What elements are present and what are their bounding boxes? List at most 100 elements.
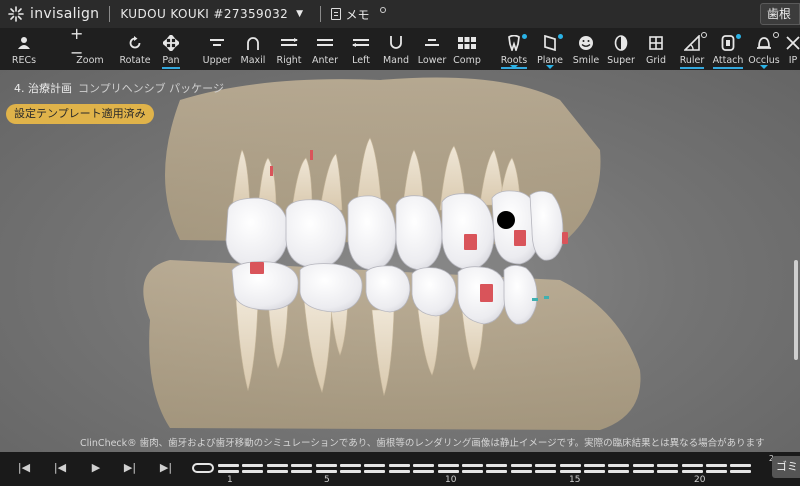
timeline-stage-segment[interactable]: [315, 470, 337, 473]
trash-button[interactable]: ゴミ: [772, 456, 800, 478]
caret-down-icon: ▼: [296, 9, 304, 19]
step-forward-icon[interactable]: ▶|: [122, 460, 138, 476]
status-dot-icon: [558, 34, 563, 39]
timeline-track[interactable]: [192, 463, 752, 473]
tool-label: Grid: [646, 55, 666, 66]
invisalign-star-icon: [8, 6, 24, 22]
tool-right[interactable]: Right: [274, 28, 304, 70]
tool-label: Mand: [382, 55, 410, 66]
timeline-stage-segment[interactable]: [559, 470, 581, 473]
timeline-stage-segment[interactable]: [486, 470, 508, 473]
timeline-stage-segment[interactable]: [535, 464, 557, 467]
lower-icon: [424, 32, 440, 54]
tool-ip[interactable]: IP: [785, 28, 800, 70]
tool-ruler[interactable]: Ruler: [677, 28, 707, 70]
dropdown-arrow-icon[interactable]: [510, 65, 518, 69]
tool-roots[interactable]: Roots: [500, 28, 528, 70]
tool-plane[interactable]: Plane: [536, 28, 564, 70]
tool-left[interactable]: Left: [346, 28, 376, 70]
timeline-stage-segment[interactable]: [584, 470, 605, 473]
timeline-stage-segment[interactable]: [340, 464, 361, 467]
memo-button[interactable]: メモ: [330, 6, 386, 23]
timeline-stage-segment[interactable]: [730, 470, 752, 473]
template-applied-badge[interactable]: 設定テンプレート適用済み: [6, 104, 154, 124]
memo-label: メモ: [345, 7, 370, 22]
timeline-stage-segment[interactable]: [462, 470, 483, 473]
timeline-stage-segment[interactable]: [486, 464, 508, 467]
occlus-icon: [756, 32, 779, 54]
patient-selector[interactable]: KUDOU KOUKI #27359032 ▼: [120, 7, 303, 21]
play-icon[interactable]: ▶: [88, 460, 104, 476]
tool-comp[interactable]: Comp: [452, 28, 482, 70]
dentition-render[interactable]: [0, 70, 800, 452]
dropdown-arrow-icon[interactable]: [760, 65, 768, 69]
timeline-stage-segment[interactable]: [291, 464, 313, 467]
dropdown-arrow-icon[interactable]: [546, 65, 554, 69]
tool-label: RECs: [11, 55, 37, 66]
timeline-stage-segment[interactable]: [315, 464, 337, 467]
3d-viewport[interactable]: 4. 治療計画 コンプリヘンシブ パッケージ 設定テンプレート適用済み ClinC…: [0, 70, 800, 452]
timeline-stage-segment[interactable]: [535, 470, 557, 473]
timeline-stage-segment[interactable]: [364, 464, 386, 467]
timeline-stage-segment[interactable]: [462, 464, 483, 467]
timeline-stage-segment[interactable]: [388, 464, 410, 467]
memo-icon: [330, 8, 341, 20]
tool-zoom[interactable]: +− Zoom: [70, 24, 110, 70]
timeline-handle[interactable]: [192, 463, 214, 473]
viewport-scrollbar[interactable]: [794, 260, 798, 360]
timeline-stage-segment[interactable]: [608, 470, 630, 473]
timeline-stage-segment[interactable]: [657, 464, 679, 467]
timeline-stage-segment[interactable]: [388, 470, 410, 473]
timeline-stage-segment[interactable]: [340, 470, 361, 473]
timeline-stage-segment[interactable]: [681, 470, 703, 473]
timeline-stage-segment[interactable]: [266, 464, 288, 467]
invisalign-logo[interactable]: invisalign: [0, 6, 99, 22]
tool-occlus[interactable]: Occlus: [748, 28, 780, 70]
tool-label: Anter: [312, 55, 338, 66]
timeline-stage-segment[interactable]: [706, 470, 727, 473]
timeline-stage-segment[interactable]: [608, 464, 630, 467]
timeline-stage-segment[interactable]: [218, 470, 239, 473]
timeline-stage-segment[interactable]: [291, 470, 313, 473]
status-ring-icon: [773, 32, 779, 38]
timeline-stage-segment[interactable]: [218, 464, 239, 467]
timeline-stage-segment[interactable]: [510, 470, 532, 473]
timeline-stage-segment[interactable]: [559, 464, 581, 467]
timeline-stage-segment[interactable]: [510, 464, 532, 467]
step-back-icon[interactable]: |◀: [52, 460, 68, 476]
skip-to-end-icon[interactable]: ▶|: [158, 460, 174, 476]
timeline-stage-segment[interactable]: [413, 470, 435, 473]
tool-grid[interactable]: Grid: [642, 28, 670, 70]
tool-attach[interactable]: Attach: [712, 28, 744, 70]
tool-maxil[interactable]: Maxil: [238, 28, 268, 70]
timeline-stage-segment[interactable]: [584, 464, 605, 467]
timeline-stage-segment[interactable]: [413, 464, 435, 467]
tool-recs[interactable]: RECs: [9, 28, 39, 70]
tool-anter[interactable]: Anter: [310, 28, 340, 70]
timeline-stage-segment[interactable]: [730, 464, 752, 467]
tool-pan[interactable]: Pan: [156, 28, 186, 70]
brand-name: invisalign: [30, 6, 100, 22]
stage-timeline: |◀ |◀ ▶ ▶| ▶| 1 5 10 15 20 2 ゴミ: [0, 452, 800, 486]
smile-icon: [578, 32, 594, 54]
tool-label: Pan: [162, 55, 179, 69]
timeline-stage-segment[interactable]: [242, 470, 264, 473]
skip-to-start-icon[interactable]: |◀: [16, 460, 32, 476]
timeline-stage-segment[interactable]: [706, 464, 727, 467]
tool-mand[interactable]: Mand: [380, 28, 412, 70]
timeline-stage-segment[interactable]: [632, 464, 654, 467]
tool-rotate[interactable]: Rotate: [119, 28, 151, 70]
tool-smile[interactable]: Smile: [572, 28, 600, 70]
timeline-stage-segment[interactable]: [364, 470, 386, 473]
tool-super[interactable]: Super: [606, 28, 636, 70]
timeline-stage-segment[interactable]: [681, 464, 703, 467]
timeline-stage-segment[interactable]: [266, 470, 288, 473]
timeline-stage-segment[interactable]: [657, 470, 679, 473]
tool-lower[interactable]: Lower: [416, 28, 448, 70]
timeline-stage-segment[interactable]: [242, 464, 264, 467]
timeline-stage-segment[interactable]: [437, 464, 459, 467]
timeline-stage-segment[interactable]: [437, 470, 459, 473]
timeline-stage-segment[interactable]: [632, 470, 654, 473]
tool-upper[interactable]: Upper: [202, 28, 232, 70]
roots-header-button[interactable]: 歯根: [759, 3, 800, 25]
